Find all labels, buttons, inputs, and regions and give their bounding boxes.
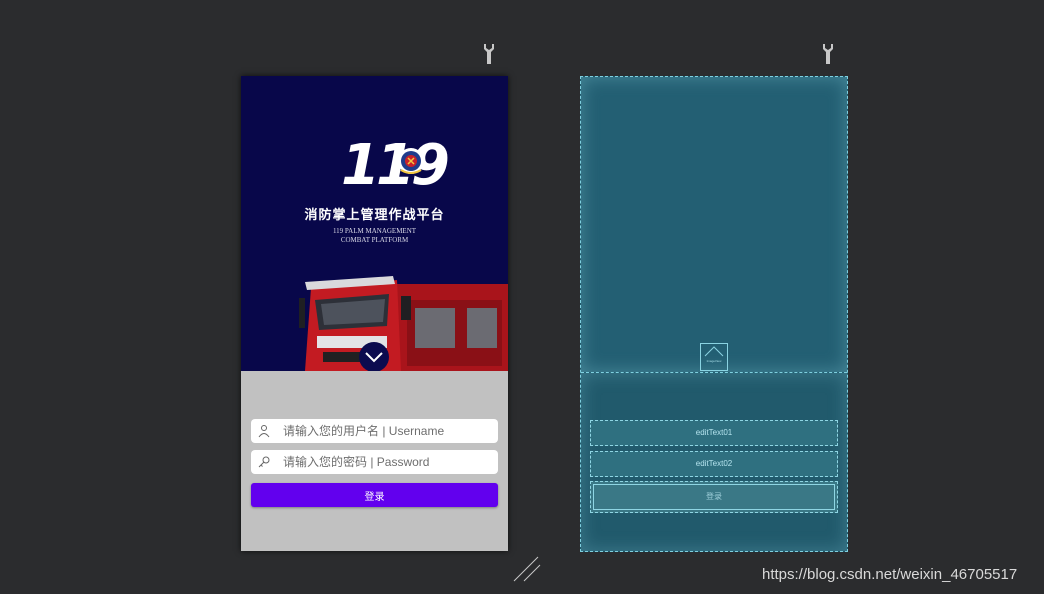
key-icon: [258, 456, 270, 468]
image-placeholder-icon: [704, 346, 724, 357]
chevron-down-icon: [365, 352, 383, 363]
app-subtitle-line: COMBAT PLATFORM: [340, 236, 409, 244]
blueprint-edit-text-2[interactable]: editText02: [590, 451, 838, 477]
blueprint-image-label: ImageView: [706, 359, 722, 363]
fire-truck-image: [299, 276, 508, 371]
wrench-icon[interactable]: [482, 43, 496, 65]
username-input[interactable]: [283, 419, 493, 443]
password-field: [251, 450, 498, 474]
username-field: [251, 419, 498, 443]
banner-image: 119 消防掌上管理作战平台 119 PALM MANAGEMENT COMBA…: [241, 76, 508, 371]
wrench-icon[interactable]: [821, 43, 835, 65]
blueprint-preview: ImageView editText01 editText02 登录: [580, 76, 848, 552]
blueprint-login-button[interactable]: 登录: [590, 481, 838, 513]
login-button[interactable]: 登录: [251, 483, 498, 507]
app-title: 消防掌上管理作战平台: [304, 208, 445, 223]
watermark-text: https://blog.csdn.net/weixin_46705517: [762, 566, 1018, 583]
blueprint-image-view[interactable]: ImageView: [700, 343, 728, 371]
app-subtitle-line: 119 PALM MANAGEMENT: [332, 227, 417, 235]
app-subtitle: 119 PALM MANAGEMENT COMBAT PLATFORM: [241, 227, 508, 245]
resize-handle-icon[interactable]: [512, 556, 542, 582]
blueprint-login-label: 登录: [593, 484, 835, 510]
blueprint-edit-text-1[interactable]: editText01: [590, 420, 838, 446]
user-icon: [258, 425, 270, 438]
blueprint-banner-image[interactable]: [581, 77, 847, 373]
fire-emblem-icon: [396, 144, 426, 178]
design-preview: 119 消防掌上管理作战平台 119 PALM MANAGEMENT COMBA…: [241, 76, 508, 551]
password-input[interactable]: [283, 450, 493, 474]
expand-button[interactable]: [359, 342, 389, 371]
